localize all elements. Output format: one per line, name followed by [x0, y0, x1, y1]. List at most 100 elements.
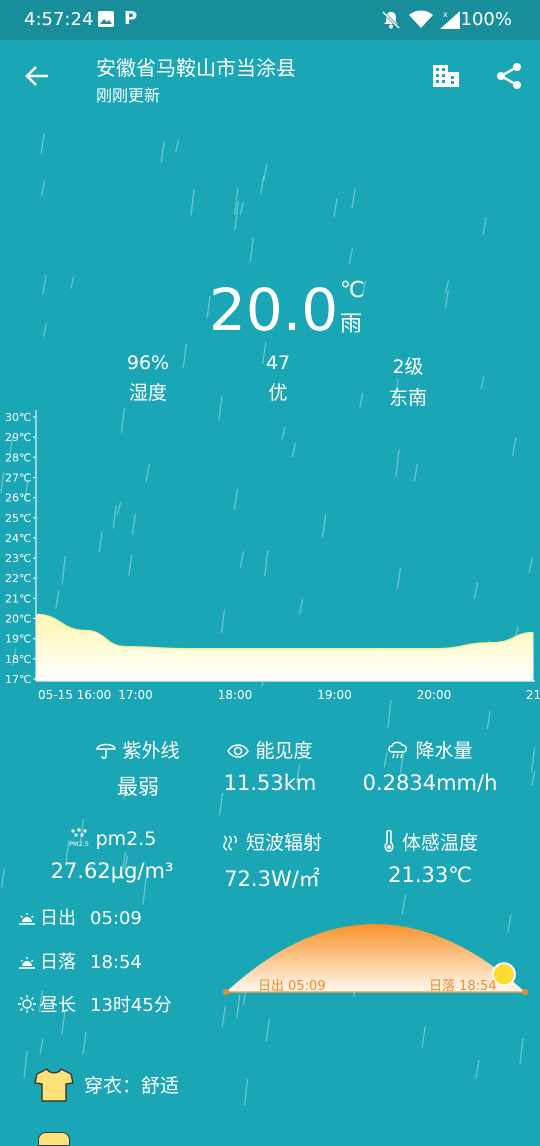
- svg-text:x: x: [443, 10, 448, 19]
- y-tick-label: 17℃: [5, 673, 31, 686]
- y-tick-label: 22℃: [5, 572, 31, 585]
- radiation-value: 72.3W/㎡: [224, 867, 320, 891]
- rain-streak: [480, 376, 485, 390]
- sun-arc: 日出 05:09 日落 18:54: [223, 924, 528, 995]
- location-title: 安徽省马鞍山市当涂县: [96, 56, 296, 80]
- visibility-value: 11.53km: [223, 771, 317, 795]
- sunrise-label: 日出: [40, 908, 76, 929]
- x-tick-label: 17:00: [118, 688, 153, 702]
- uv-label: 紫外线: [122, 740, 180, 762]
- wifi-icon: [409, 10, 433, 34]
- x-tick-label: 19:00: [317, 688, 352, 702]
- rain-streak: [190, 189, 195, 216]
- sunset-row: 日落 18:54: [18, 948, 142, 975]
- thermometer-icon: [382, 829, 396, 857]
- signal-icon: x: [438, 9, 460, 33]
- y-tick-label: 21℃: [5, 592, 31, 605]
- rain-streak: [70, 276, 75, 289]
- temperature-chart: 30℃ 29℃ 28℃ 27℃ 26℃ 25℃ 24℃ 23℃ 22℃ 21℃ 20℃ 19℃ 18℃ 1…: [5, 410, 540, 702]
- eye-icon: [227, 742, 250, 765]
- pm25-value: 27.62μg/m³: [50, 859, 174, 883]
- precipitation-metric: 降水量 0.2834mm/h: [340, 736, 520, 795]
- aqi-label: 优: [268, 382, 288, 404]
- rain-streak: [351, 188, 356, 209]
- rain-streak: [82, 1032, 87, 1055]
- app-bar: 安徽省马鞍山市当涂县 刚刚更新: [0, 40, 540, 112]
- temperature-area: [36, 614, 534, 681]
- daylength-value: 13时45分: [90, 995, 172, 1016]
- sunset-dot: [522, 989, 528, 995]
- daylength-label: 昼长: [40, 995, 76, 1016]
- rain-streak: [23, 1051, 28, 1079]
- radiation-icon: [222, 834, 240, 857]
- y-tick-label: 30℃: [5, 411, 31, 424]
- share-icon[interactable]: [496, 62, 522, 94]
- back-arrow-icon[interactable]: [24, 63, 50, 93]
- pm25-label: pm2.5: [95, 828, 157, 850]
- visibility-metric: 能见度 11.53km: [180, 736, 360, 795]
- humidity-label: 湿度: [128, 382, 167, 404]
- sunrise-icon: [18, 910, 36, 931]
- battery-text: 100%: [460, 9, 512, 30]
- y-tick-label: 29℃: [5, 431, 31, 444]
- y-tick-label: 24℃: [5, 532, 31, 545]
- y-tick-label: 20℃: [5, 613, 31, 626]
- rain-streak: [482, 216, 487, 236]
- aqi-value: 47: [265, 352, 291, 374]
- y-tick-label: 28℃: [5, 451, 31, 464]
- current-temperature: 20.0: [209, 276, 339, 344]
- radiation-metric: 短波辐射 72.3W/㎡: [182, 828, 362, 893]
- weather-condition: 雨: [340, 312, 363, 337]
- y-tick-label: 27℃: [5, 471, 31, 484]
- updated-text: 刚刚更新: [96, 86, 161, 105]
- rain-streak: [475, 1059, 480, 1079]
- y-tick-label: 18℃: [5, 653, 31, 666]
- pm25-metric: PM2.5 pm2.5 27.62μg/m³: [22, 828, 202, 883]
- rain-streak: [243, 1078, 249, 1106]
- radiation-label: 短波辐射: [245, 832, 322, 854]
- status-bar: 4:57:24 P x 100%: [0, 0, 540, 40]
- image-icon: [98, 11, 114, 31]
- temperature-unit: ℃: [340, 278, 365, 303]
- city-list-icon[interactable]: [432, 64, 460, 92]
- clothing-row[interactable]: 穿衣：舒适: [34, 1067, 179, 1107]
- sunset-icon: [18, 954, 36, 975]
- rain-streak: [174, 139, 180, 153]
- feels-like-metric: 体感温度 21.33℃: [340, 828, 520, 887]
- pm25-badge: PM2.5: [69, 840, 89, 848]
- rain-streak: [348, 247, 354, 264]
- feels-like-value: 21.33℃: [388, 863, 472, 887]
- sunset-label: 日落: [40, 952, 76, 973]
- rain-streak: [0, 868, 6, 888]
- arc-sunrise-text: 日出 05:09: [258, 979, 326, 994]
- arc-sunset-text: 日落 18:54: [429, 979, 497, 994]
- precipitation-value: 0.2834mm/h: [362, 771, 498, 795]
- rain-streak: [530, 747, 536, 773]
- wind-stat: 2级 东南: [348, 352, 468, 410]
- rain-streak: [160, 141, 165, 164]
- x-tick-label: 21: [526, 688, 540, 702]
- rain-streak: [263, 163, 268, 181]
- wind-value: 2级: [392, 356, 424, 378]
- rain-streak: [486, 711, 491, 730]
- visibility-label: 能见度: [255, 740, 313, 762]
- rain-streak: [41, 180, 46, 196]
- rain-streak: [421, 1026, 426, 1048]
- sunrise-row: 日出 05:09: [18, 904, 142, 931]
- feels-like-label: 体感温度: [401, 832, 478, 854]
- y-tick-label: 25℃: [5, 512, 31, 525]
- pm25-icon: PM2.5: [68, 828, 90, 853]
- x-tick-label: 20:00: [417, 688, 452, 702]
- rain-streak: [42, 322, 48, 337]
- precipitation-label: 降水量: [415, 740, 473, 762]
- umbrella-icon: [96, 740, 117, 765]
- rain-streak: [40, 132, 45, 154]
- rain-streak: [39, 1038, 44, 1055]
- rain-streak: [265, 1018, 271, 1042]
- rain-streak: [260, 175, 265, 194]
- tshirt-icon: [34, 1067, 74, 1107]
- rain-streak: [239, 202, 244, 216]
- sunrise-dot: [223, 989, 229, 995]
- rain-streak: [221, 1006, 226, 1028]
- sunrise-time: 05:09: [90, 908, 142, 929]
